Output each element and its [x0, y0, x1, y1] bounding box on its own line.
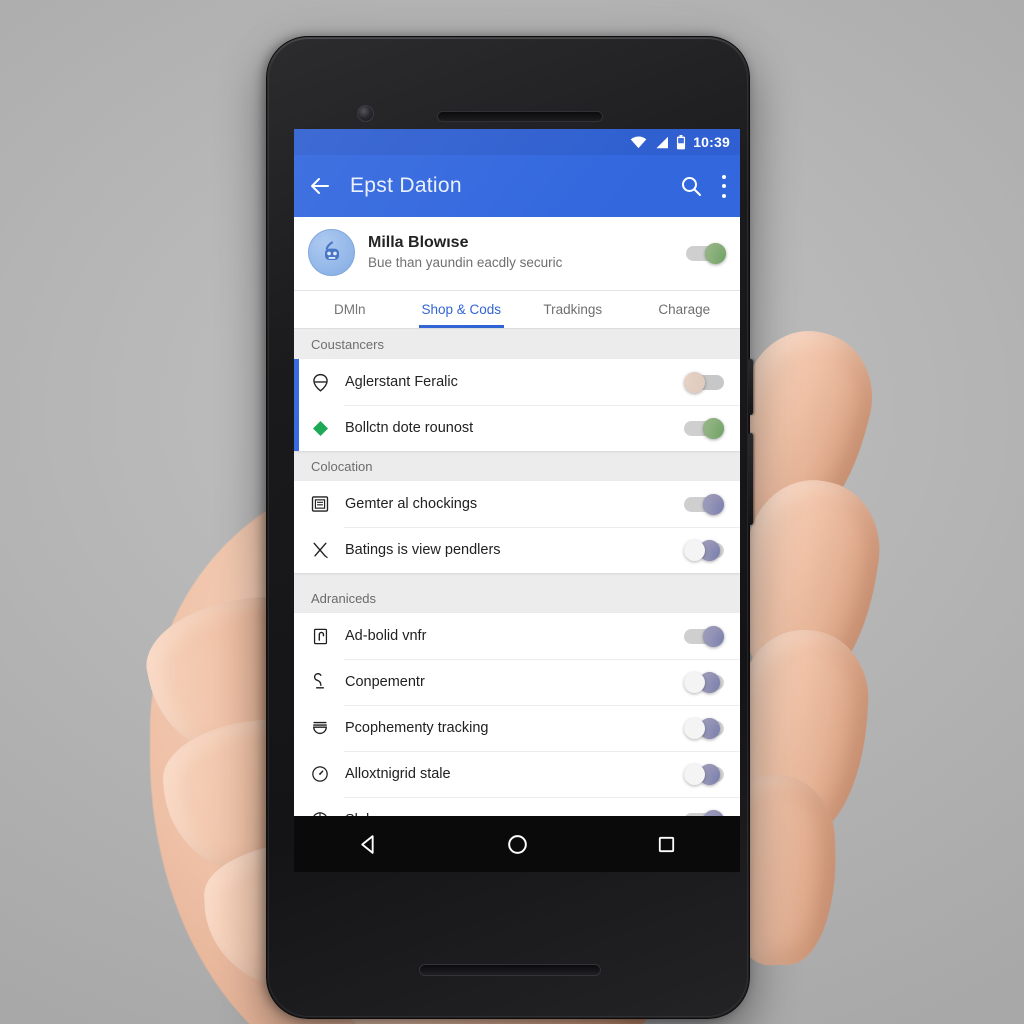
section-header-1: Colocation — [294, 451, 740, 481]
app-header-meta: Milla Blowıse Bue than yaundin eacdly se… — [368, 233, 673, 272]
status-clock: 10:39 — [693, 134, 730, 150]
app-header-toggle[interactable] — [686, 241, 728, 265]
overflow-menu-icon[interactable] — [721, 174, 726, 198]
list-item-label: Ad-bolid vnfr — [345, 628, 427, 644]
list-item[interactable]: Conpementr — [294, 659, 740, 705]
avatar-glyph-icon — [324, 240, 339, 260]
toggle-thumb-overlay — [684, 764, 705, 785]
list-item[interactable]: Ad-bolid vnfr — [294, 613, 740, 659]
app-avatar-icon — [308, 229, 355, 276]
list-item-label: Aglerstant Feralic — [345, 374, 458, 390]
search-icon[interactable] — [679, 174, 703, 198]
toggle-thumb — [703, 241, 728, 265]
bottom-speaker-grille — [419, 964, 601, 976]
shield-outline-icon — [309, 371, 331, 393]
globe-wheel-icon — [309, 809, 331, 816]
phone-device: 10:39 Epst Dation Milla Blowıse Bue than… — [266, 36, 753, 1019]
tab-label: Shop & Cods — [421, 302, 502, 317]
list-item-label: Pcophementy tracking — [345, 720, 489, 736]
settings-card-0: Aglerstant Feralic Bollctn dote rounost — [294, 359, 740, 451]
section-header-0: Coustancers — [294, 329, 740, 359]
list-item-toggle[interactable] — [684, 624, 726, 649]
tab-0[interactable]: DMln — [294, 291, 406, 328]
tab-label: Tradkings — [543, 302, 603, 317]
list-item-label: Bollctn dote rounost — [345, 420, 474, 436]
app-subtitle: Bue than yaundin eacdly securic — [368, 255, 563, 271]
back-arrow-icon[interactable] — [308, 174, 332, 198]
settings-card-2: Ad-bolid vnfr Conpementr Pcophementy tra… — [294, 613, 740, 816]
toggle-thumb — [701, 624, 726, 649]
phone-screen: 10:39 Epst Dation Milla Blowıse Bue than… — [294, 129, 740, 872]
toggle-thumb-overlay — [684, 718, 705, 739]
screenshot-scene: 10:39 Epst Dation Milla Blowıse Bue than… — [0, 0, 1024, 1024]
page-title: Epst Dation — [350, 174, 462, 197]
scissors-icon — [309, 539, 331, 561]
settings-list: Coustancers Aglerstant Feralic Bollctn d… — [294, 329, 740, 816]
list-item[interactable]: Bollctn dote rounost — [294, 405, 740, 451]
toggle-thumb-overlay — [684, 540, 705, 561]
app-bar: Epst Dation — [294, 155, 740, 217]
list-item-label: Gemter al chockings — [345, 496, 478, 512]
front-camera-icon — [357, 105, 374, 122]
nav-home-icon[interactable] — [505, 832, 530, 857]
toggle-thumb-overlay — [684, 672, 705, 693]
toggle-thumb — [701, 416, 726, 441]
section-gap — [294, 573, 740, 583]
cup-stack-icon — [309, 717, 331, 739]
list-item[interactable]: Alloxtnigrid stale — [294, 751, 740, 797]
article-frame-icon — [309, 493, 331, 515]
list-item[interactable]: Batings is view pendlers — [294, 527, 740, 573]
signal-icon — [656, 136, 669, 148]
section-header-2: Adraniceds — [294, 583, 740, 613]
list-item[interactable]: Aglerstant Feralic — [294, 359, 740, 405]
hook-plant-icon — [309, 671, 331, 693]
earpiece-speaker-icon — [437, 111, 603, 122]
list-item-toggle[interactable] — [684, 808, 726, 816]
wifi-icon — [630, 135, 647, 148]
list-item-label: Alloxtnigrid stale — [345, 766, 451, 782]
app-name: Milla Blowıse — [368, 234, 469, 252]
list-item-toggle[interactable] — [684, 416, 726, 441]
list-item[interactable]: Pcophementy tracking — [294, 705, 740, 751]
list-item-toggle[interactable] — [684, 670, 724, 695]
tab-label: DMln — [333, 302, 366, 317]
framed-block-icon — [309, 625, 331, 647]
volume-button[interactable] — [748, 433, 753, 525]
tab-bar: DMln Shop & Cods Tradkings Charage — [294, 291, 740, 329]
list-item-toggle[interactable] — [684, 716, 724, 741]
power-button[interactable] — [748, 359, 753, 415]
list-item-label: Conpementr — [345, 674, 425, 690]
battery-icon — [677, 134, 686, 149]
app-header-row[interactable]: Milla Blowıse Bue than yaundin eacdly se… — [294, 217, 740, 291]
list-item-toggle[interactable] — [682, 370, 724, 395]
toggle-thumb — [701, 808, 726, 816]
clock-icon — [309, 763, 331, 785]
tab-1[interactable]: Shop & Cods — [406, 291, 518, 328]
tab-label: Charage — [658, 302, 711, 317]
list-item-toggle[interactable] — [684, 538, 724, 563]
nav-recents-icon[interactable] — [655, 833, 678, 856]
list-item-label: Slehauser — [345, 812, 670, 816]
android-nav-bar — [294, 816, 740, 872]
list-item-label: Batings is view pendlers — [345, 542, 501, 558]
settings-card-1: Gemter al chockings Batings is view pend… — [294, 481, 740, 573]
tab-2[interactable]: Tradkings — [517, 291, 629, 328]
list-item[interactable]: Slehauser — [294, 797, 740, 816]
nav-back-icon[interactable] — [356, 832, 381, 857]
tab-3[interactable]: Charage — [629, 291, 741, 328]
list-item[interactable]: Gemter al chockings — [294, 481, 740, 527]
list-item-toggle[interactable] — [684, 492, 726, 517]
toggle-thumb — [701, 492, 726, 517]
status-bar: 10:39 — [294, 129, 740, 155]
green-diamond-icon — [309, 417, 331, 439]
list-item-toggle[interactable] — [684, 762, 724, 787]
